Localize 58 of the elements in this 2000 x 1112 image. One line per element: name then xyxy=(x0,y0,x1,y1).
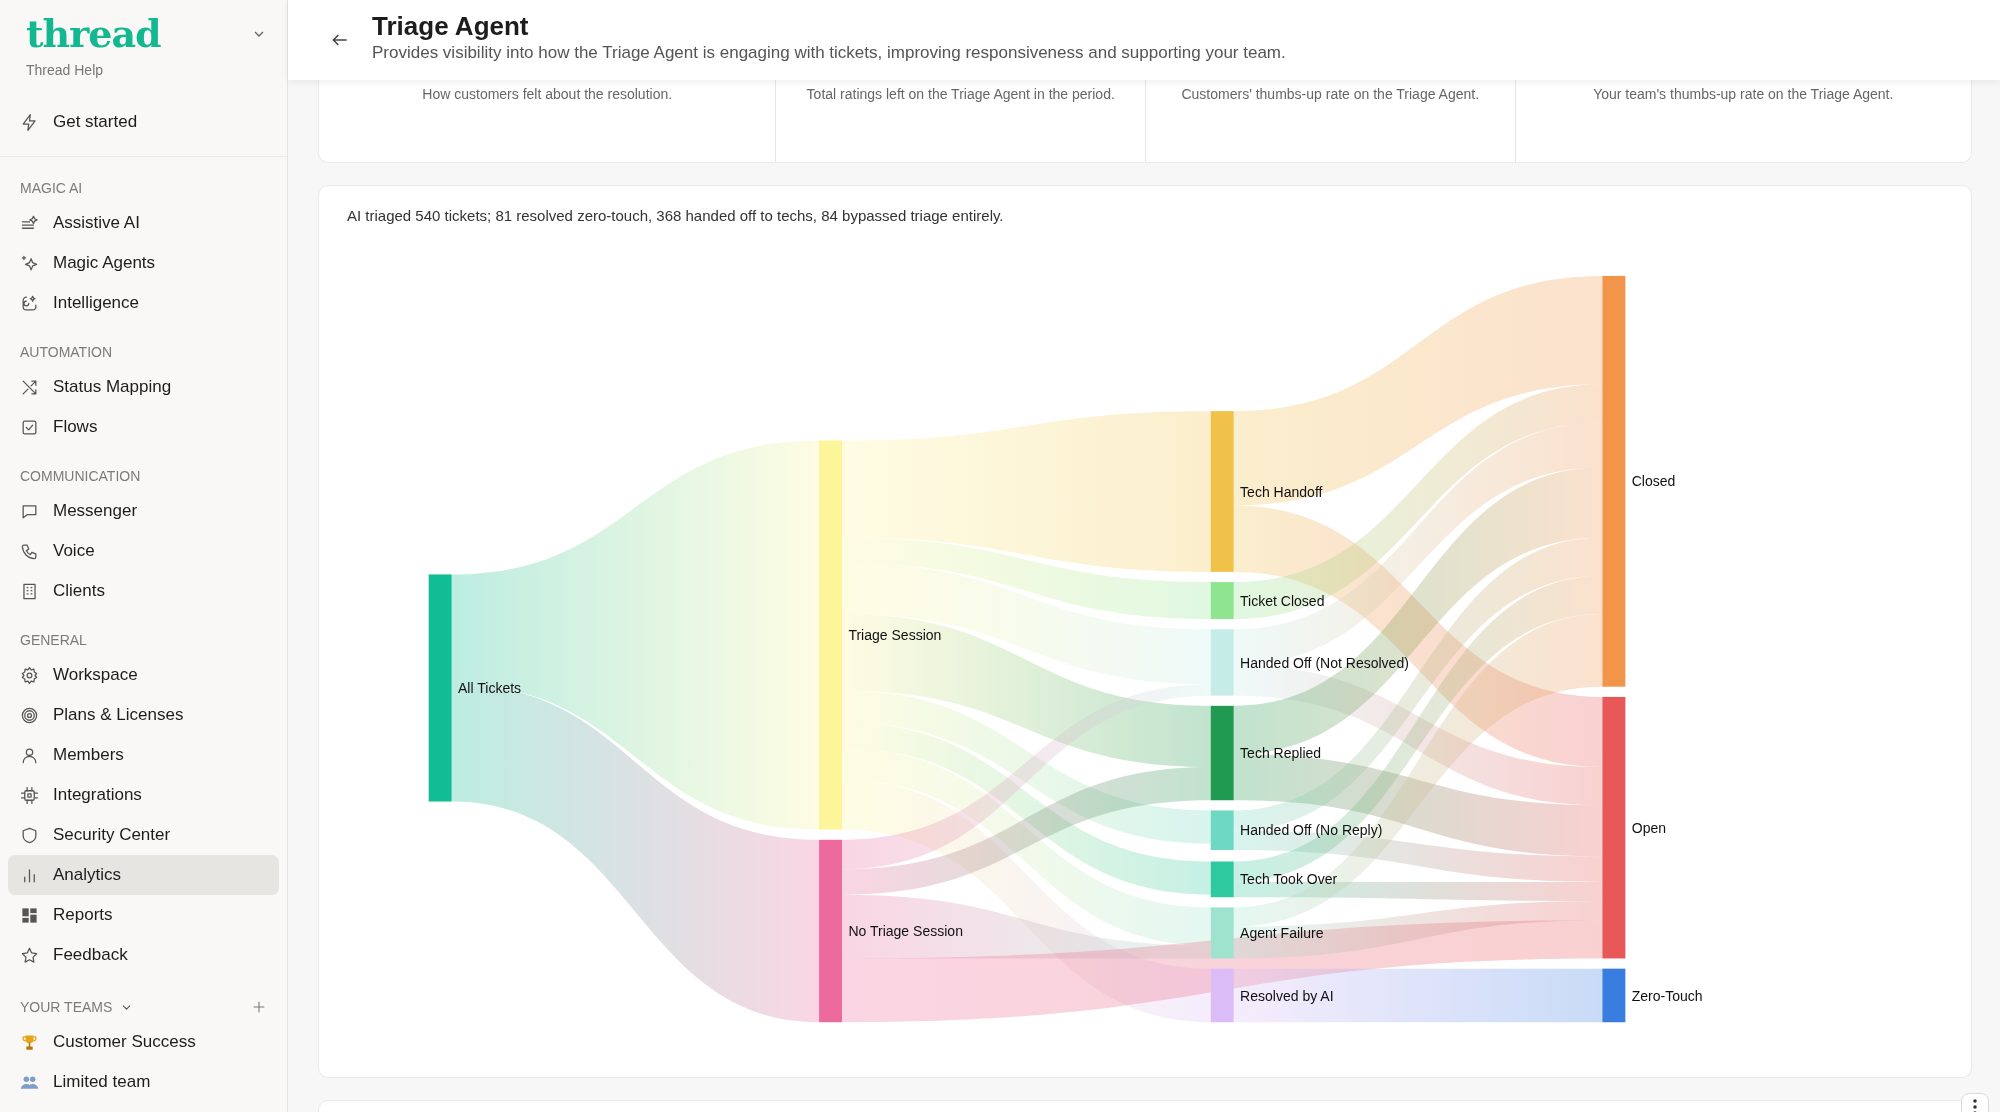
sparkles-icon xyxy=(20,253,39,273)
node-label: Resolved by AI xyxy=(1240,987,1334,1004)
node-label: Closed xyxy=(1631,473,1676,490)
logo: thread xyxy=(26,12,161,56)
sidebar-item[interactable]: Workspace xyxy=(8,655,279,695)
node-label: Triage Session xyxy=(848,627,942,644)
node-label: Zero-Touch xyxy=(1631,987,1703,1004)
section-label: YOUR TEAMS xyxy=(20,998,113,1017)
node-label: Ticket Closed xyxy=(1240,592,1325,609)
stat-description: How customers felt about the resolution. xyxy=(421,85,674,104)
sidebar-item[interactable]: Intelligence xyxy=(8,283,279,323)
sidebar-item[interactable]: Magic Agents xyxy=(8,243,279,283)
node-label: Handed Off (Not Resolved) xyxy=(1240,654,1409,671)
sidebar-item[interactable]: Customer Success xyxy=(8,1022,279,1062)
node-label: Handed Off (No Reply) xyxy=(1240,822,1383,839)
sidebar-item[interactable]: Integrations xyxy=(8,775,279,815)
node-label: Tech Took Over xyxy=(1240,871,1338,888)
node-label: Open xyxy=(1631,819,1667,836)
grid-icon xyxy=(20,905,39,925)
chip-icon xyxy=(20,785,39,805)
node-label: Tech Handoff xyxy=(1240,483,1323,500)
sidebar-item[interactable]: Voice xyxy=(8,531,279,571)
node-label: No Triage Session xyxy=(848,923,963,940)
workspace-name: Thread Help xyxy=(26,61,105,79)
node-label: All Tickets xyxy=(458,680,522,697)
section-label: MAGIC AI xyxy=(19,179,84,198)
section-label: AUTOMATION xyxy=(19,343,114,362)
stat-description: Your team's thumbs-up rate on the Triage Agent. xyxy=(1514,80,1971,162)
sidebar-item[interactable]: Reports xyxy=(8,895,279,935)
sidebar-item[interactable]: Analytics xyxy=(8,855,279,895)
stat-description: Customers' thumbs-up rate on the Triage Agent. xyxy=(1145,80,1515,162)
sidebar-item[interactable]: Assistive AI xyxy=(8,203,279,243)
building-icon xyxy=(20,581,39,601)
sidebar-item[interactable]: Status Mapping xyxy=(8,367,279,407)
target-icon xyxy=(20,705,39,725)
sidebar-item[interactable]: Feedback xyxy=(8,935,279,975)
sidebar-item[interactable]: Plans & Licenses xyxy=(8,695,279,735)
settings-icon xyxy=(20,665,39,685)
stat-description: Total ratings left on the Triage Agent in the period. xyxy=(775,80,1145,162)
sidebar-item[interactable]: Get started xyxy=(8,102,279,142)
sidebar-item[interactable]: Messenger xyxy=(8,491,279,531)
sidebar-item[interactable]: Limited team xyxy=(8,1062,279,1102)
shield-icon xyxy=(20,825,39,845)
sidebar-item[interactable]: Flows xyxy=(8,407,279,447)
sidebar-item[interactable]: Clients xyxy=(8,571,279,611)
node-label: Agent Failure xyxy=(1240,925,1324,942)
trophy-icon xyxy=(20,1032,39,1052)
star-icon xyxy=(20,945,39,965)
page-subtitle: Provides visibility into how the Triage Agent is engaging with tickets, improving responsiveness and supporting your team. xyxy=(372,42,1286,64)
brain-icon xyxy=(20,293,39,313)
more-icon xyxy=(1973,1098,1977,1112)
page-title: Triage Agent xyxy=(372,10,530,42)
chart-summary: AI triaged 540 tickets; 81 resolved zero-touch, 368 handed off to techs, 84 bypassed triage entirely. xyxy=(347,206,1005,226)
sidebar-item[interactable]: Security Center xyxy=(8,815,279,855)
sidebar-item[interactable]: Members xyxy=(8,735,279,775)
section-label: COMMUNICATION xyxy=(19,467,142,486)
section-label: GENERAL xyxy=(19,631,88,650)
node-label: Tech Replied xyxy=(1240,745,1322,762)
